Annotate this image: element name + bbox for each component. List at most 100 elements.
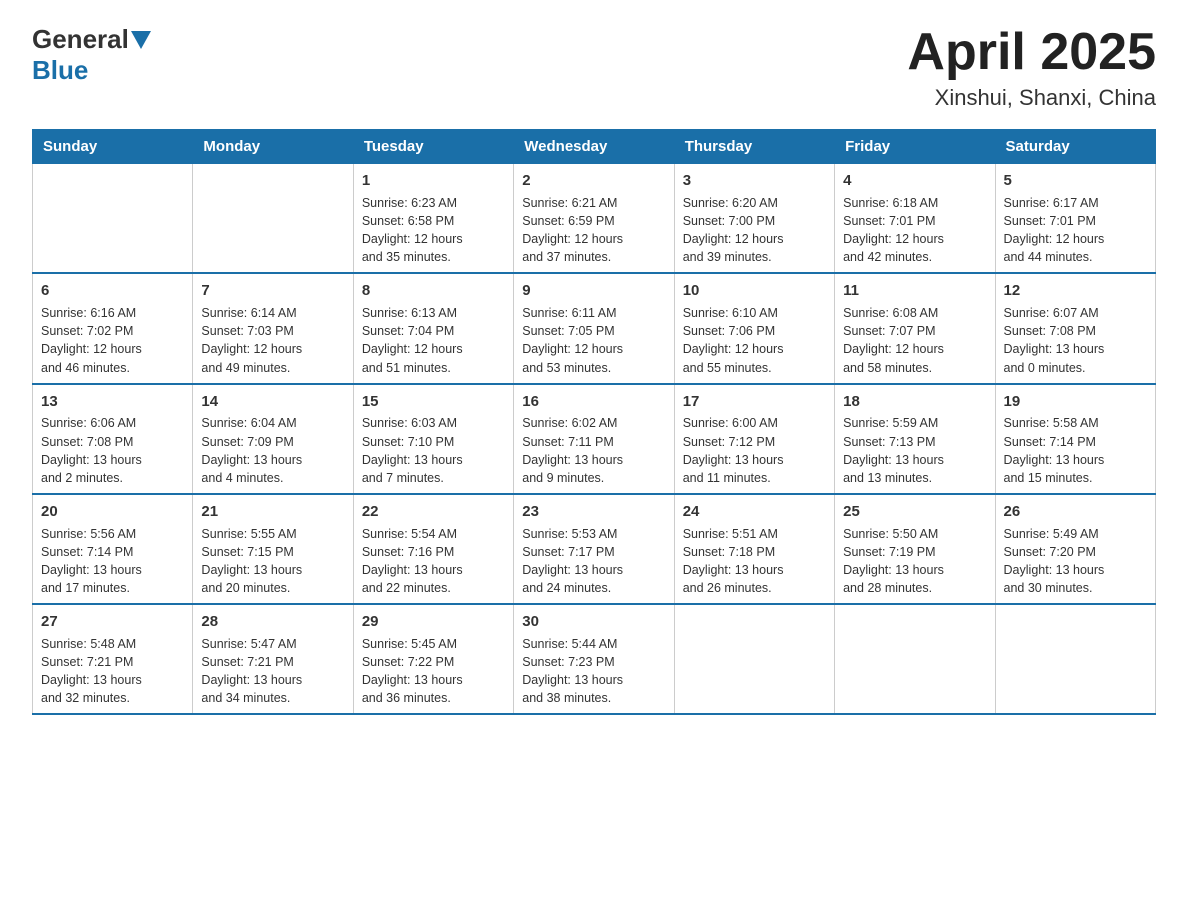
day-number: 2 xyxy=(522,170,665,192)
calendar-cell: 19Sunrise: 5:58 AMSunset: 7:14 PMDayligh… xyxy=(995,384,1155,494)
logo-arrow-icon xyxy=(131,31,151,49)
calendar-cell: 8Sunrise: 6:13 AMSunset: 7:04 PMDaylight… xyxy=(353,273,513,383)
day-info: Sunrise: 5:58 AMSunset: 7:14 PMDaylight:… xyxy=(1004,414,1147,487)
calendar-cell: 13Sunrise: 6:06 AMSunset: 7:08 PMDayligh… xyxy=(33,384,193,494)
day-number: 18 xyxy=(843,391,986,413)
calendar-cell: 23Sunrise: 5:53 AMSunset: 7:17 PMDayligh… xyxy=(514,494,674,604)
day-number: 10 xyxy=(683,280,826,302)
calendar-cell: 11Sunrise: 6:08 AMSunset: 7:07 PMDayligh… xyxy=(835,273,995,383)
col-friday: Friday xyxy=(835,130,995,164)
calendar-cell xyxy=(995,604,1155,714)
day-info: Sunrise: 6:21 AMSunset: 6:59 PMDaylight:… xyxy=(522,194,665,267)
day-info: Sunrise: 6:07 AMSunset: 7:08 PMDaylight:… xyxy=(1004,304,1147,377)
logo: General Blue xyxy=(32,24,153,86)
calendar-cell xyxy=(33,164,193,274)
col-sunday: Sunday xyxy=(33,130,193,164)
day-number: 21 xyxy=(201,501,344,523)
calendar-week-row: 13Sunrise: 6:06 AMSunset: 7:08 PMDayligh… xyxy=(33,384,1156,494)
calendar-subtitle: Xinshui, Shanxi, China xyxy=(907,85,1156,111)
day-info: Sunrise: 6:20 AMSunset: 7:00 PMDaylight:… xyxy=(683,194,826,267)
day-info: Sunrise: 5:45 AMSunset: 7:22 PMDaylight:… xyxy=(362,635,505,708)
day-info: Sunrise: 6:13 AMSunset: 7:04 PMDaylight:… xyxy=(362,304,505,377)
col-saturday: Saturday xyxy=(995,130,1155,164)
day-number: 26 xyxy=(1004,501,1147,523)
day-number: 11 xyxy=(843,280,986,302)
calendar-cell: 27Sunrise: 5:48 AMSunset: 7:21 PMDayligh… xyxy=(33,604,193,714)
day-info: Sunrise: 5:51 AMSunset: 7:18 PMDaylight:… xyxy=(683,525,826,598)
day-info: Sunrise: 6:06 AMSunset: 7:08 PMDaylight:… xyxy=(41,414,184,487)
calendar-cell: 16Sunrise: 6:02 AMSunset: 7:11 PMDayligh… xyxy=(514,384,674,494)
day-number: 14 xyxy=(201,391,344,413)
day-info: Sunrise: 6:23 AMSunset: 6:58 PMDaylight:… xyxy=(362,194,505,267)
day-info: Sunrise: 6:14 AMSunset: 7:03 PMDaylight:… xyxy=(201,304,344,377)
calendar-cell: 7Sunrise: 6:14 AMSunset: 7:03 PMDaylight… xyxy=(193,273,353,383)
calendar-cell: 9Sunrise: 6:11 AMSunset: 7:05 PMDaylight… xyxy=(514,273,674,383)
col-monday: Monday xyxy=(193,130,353,164)
calendar-cell: 2Sunrise: 6:21 AMSunset: 6:59 PMDaylight… xyxy=(514,164,674,274)
day-number: 1 xyxy=(362,170,505,192)
calendar-title: April 2025 xyxy=(907,24,1156,81)
day-number: 22 xyxy=(362,501,505,523)
day-info: Sunrise: 5:54 AMSunset: 7:16 PMDaylight:… xyxy=(362,525,505,598)
day-number: 15 xyxy=(362,391,505,413)
calendar-cell: 15Sunrise: 6:03 AMSunset: 7:10 PMDayligh… xyxy=(353,384,513,494)
calendar-cell: 28Sunrise: 5:47 AMSunset: 7:21 PMDayligh… xyxy=(193,604,353,714)
calendar-header-row: Sunday Monday Tuesday Wednesday Thursday… xyxy=(33,130,1156,164)
col-thursday: Thursday xyxy=(674,130,834,164)
day-info: Sunrise: 6:02 AMSunset: 7:11 PMDaylight:… xyxy=(522,414,665,487)
calendar-cell: 10Sunrise: 6:10 AMSunset: 7:06 PMDayligh… xyxy=(674,273,834,383)
day-info: Sunrise: 5:50 AMSunset: 7:19 PMDaylight:… xyxy=(843,525,986,598)
day-info: Sunrise: 5:48 AMSunset: 7:21 PMDaylight:… xyxy=(41,635,184,708)
calendar-cell: 29Sunrise: 5:45 AMSunset: 7:22 PMDayligh… xyxy=(353,604,513,714)
page-header: General Blue April 2025 Xinshui, Shanxi,… xyxy=(32,24,1156,111)
day-info: Sunrise: 5:56 AMSunset: 7:14 PMDaylight:… xyxy=(41,525,184,598)
day-info: Sunrise: 6:18 AMSunset: 7:01 PMDaylight:… xyxy=(843,194,986,267)
day-info: Sunrise: 6:08 AMSunset: 7:07 PMDaylight:… xyxy=(843,304,986,377)
calendar-cell: 6Sunrise: 6:16 AMSunset: 7:02 PMDaylight… xyxy=(33,273,193,383)
day-number: 25 xyxy=(843,501,986,523)
day-number: 6 xyxy=(41,280,184,302)
calendar-cell: 25Sunrise: 5:50 AMSunset: 7:19 PMDayligh… xyxy=(835,494,995,604)
calendar-cell: 21Sunrise: 5:55 AMSunset: 7:15 PMDayligh… xyxy=(193,494,353,604)
day-number: 17 xyxy=(683,391,826,413)
day-info: Sunrise: 6:00 AMSunset: 7:12 PMDaylight:… xyxy=(683,414,826,487)
calendar-cell: 3Sunrise: 6:20 AMSunset: 7:00 PMDaylight… xyxy=(674,164,834,274)
day-number: 19 xyxy=(1004,391,1147,413)
col-tuesday: Tuesday xyxy=(353,130,513,164)
day-info: Sunrise: 6:11 AMSunset: 7:05 PMDaylight:… xyxy=(522,304,665,377)
calendar-cell xyxy=(193,164,353,274)
calendar-week-row: 20Sunrise: 5:56 AMSunset: 7:14 PMDayligh… xyxy=(33,494,1156,604)
day-info: Sunrise: 5:44 AMSunset: 7:23 PMDaylight:… xyxy=(522,635,665,708)
title-block: April 2025 Xinshui, Shanxi, China xyxy=(907,24,1156,111)
logo-general-text: General xyxy=(32,24,129,55)
day-info: Sunrise: 6:03 AMSunset: 7:10 PMDaylight:… xyxy=(362,414,505,487)
calendar-cell: 22Sunrise: 5:54 AMSunset: 7:16 PMDayligh… xyxy=(353,494,513,604)
day-info: Sunrise: 5:55 AMSunset: 7:15 PMDaylight:… xyxy=(201,525,344,598)
day-info: Sunrise: 5:59 AMSunset: 7:13 PMDaylight:… xyxy=(843,414,986,487)
day-info: Sunrise: 5:47 AMSunset: 7:21 PMDaylight:… xyxy=(201,635,344,708)
col-wednesday: Wednesday xyxy=(514,130,674,164)
calendar-cell: 30Sunrise: 5:44 AMSunset: 7:23 PMDayligh… xyxy=(514,604,674,714)
calendar-cell: 18Sunrise: 5:59 AMSunset: 7:13 PMDayligh… xyxy=(835,384,995,494)
calendar-cell: 17Sunrise: 6:00 AMSunset: 7:12 PMDayligh… xyxy=(674,384,834,494)
day-number: 16 xyxy=(522,391,665,413)
day-number: 4 xyxy=(843,170,986,192)
day-info: Sunrise: 5:53 AMSunset: 7:17 PMDaylight:… xyxy=(522,525,665,598)
day-info: Sunrise: 6:16 AMSunset: 7:02 PMDaylight:… xyxy=(41,304,184,377)
day-number: 12 xyxy=(1004,280,1147,302)
day-number: 29 xyxy=(362,611,505,633)
day-number: 8 xyxy=(362,280,505,302)
calendar-cell: 12Sunrise: 6:07 AMSunset: 7:08 PMDayligh… xyxy=(995,273,1155,383)
calendar-week-row: 1Sunrise: 6:23 AMSunset: 6:58 PMDaylight… xyxy=(33,164,1156,274)
day-number: 5 xyxy=(1004,170,1147,192)
calendar-cell xyxy=(835,604,995,714)
calendar-week-row: 6Sunrise: 6:16 AMSunset: 7:02 PMDaylight… xyxy=(33,273,1156,383)
day-info: Sunrise: 6:10 AMSunset: 7:06 PMDaylight:… xyxy=(683,304,826,377)
day-number: 23 xyxy=(522,501,665,523)
calendar-cell xyxy=(674,604,834,714)
calendar-cell: 20Sunrise: 5:56 AMSunset: 7:14 PMDayligh… xyxy=(33,494,193,604)
day-number: 27 xyxy=(41,611,184,633)
calendar-cell: 14Sunrise: 6:04 AMSunset: 7:09 PMDayligh… xyxy=(193,384,353,494)
day-number: 3 xyxy=(683,170,826,192)
day-number: 30 xyxy=(522,611,665,633)
